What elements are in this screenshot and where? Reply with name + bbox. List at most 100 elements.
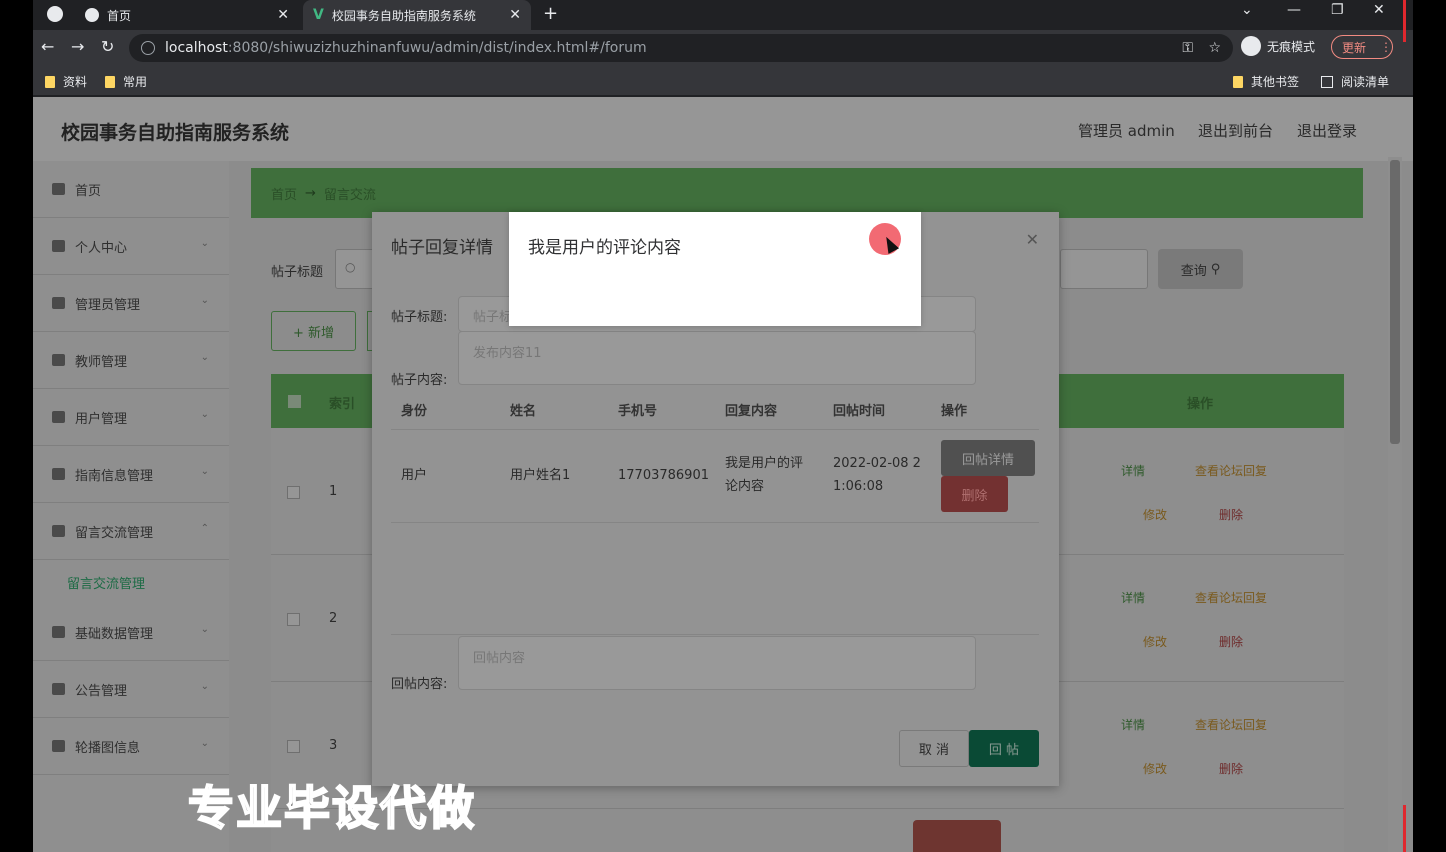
detail-link[interactable]: 详情 [1121,716,1145,733]
close-icon[interactable]: ✕ [509,7,521,23]
close-window-icon[interactable]: ✕ [1373,2,1385,18]
search-icon: ⚲ [1210,261,1221,277]
view-replies-link[interactable]: 查看论坛回复 [1195,462,1267,479]
edit-link[interactable]: 修改 [1143,760,1167,777]
sidebar-item-users[interactable]: 用户管理 ⌄ [33,389,229,446]
edit-link[interactable]: 修改 [1143,633,1167,650]
reply-th-content: 回复内容 [725,404,778,419]
forward-icon[interactable]: → [71,37,84,56]
incognito-indicator[interactable]: 无痕模式 [1241,36,1315,56]
divider [391,522,1039,523]
chevron-down-icon: ⌄ [200,466,209,477]
admin-user-link[interactable]: 管理员 admin [1078,120,1175,141]
tab-home[interactable]: 首页 ✕ [75,0,299,30]
close-icon[interactable]: ✕ [277,7,289,23]
more-icon: ⋮ [1380,40,1392,54]
reply-content-line1: 我是用户的评 [725,456,804,471]
key-icon[interactable]: ⚿ [1182,40,1193,56]
sidebar-item-label: 基础数据管理 [75,626,154,642]
reply-identity: 用户 [401,468,428,483]
sidebar-item-personal[interactable]: 个人中心 ⌄ [33,218,229,275]
detail-link[interactable]: 详情 [1121,462,1145,479]
row-index: 3 [329,738,338,753]
delete-link[interactable]: 删除 [1219,506,1243,523]
star-icon[interactable]: ☆ [1208,40,1221,56]
address-bar[interactable]: localhost :8080/shiwuzizhuzhinanfuwu/adm… [129,34,1233,62]
reply-content-textarea[interactable]: 回帖内容 [458,636,976,690]
query-button[interactable]: 查询 ⚲ [1158,249,1243,289]
close-icon[interactable]: ✕ [1026,230,1039,249]
detail-link[interactable]: 详情 [1121,589,1145,606]
bar-chart-icon [52,683,65,695]
delete-link[interactable]: 删除 [1219,633,1243,650]
post-content-textarea[interactable]: 发布内容11 [458,331,976,385]
bookmark-folder[interactable]: 常用 [105,73,147,90]
bookmark-folder[interactable]: 资料 [45,73,87,90]
view-replies-link[interactable]: 查看论坛回复 [1195,589,1267,606]
delete-link[interactable]: 删除 [1219,760,1243,777]
reply-content-line2: 论内容 [725,479,765,494]
chevron-up-icon: ⌃ [200,523,209,534]
reply-detail-button[interactable]: 回帖详情 [941,440,1035,476]
bookmark-label: 常用 [123,75,148,89]
scrollbar-thumb[interactable] [1390,160,1400,444]
page-viewport: 校园事务自助指南服务系统 管理员 admin 退出到前台 退出登录 首页 个人中… [33,97,1413,852]
reply-th-time: 回帖时间 [833,404,886,419]
page-scrollbar[interactable] [1388,157,1402,852]
update-button[interactable]: 更新 ⋮ [1331,35,1393,59]
briefcase-icon [52,525,65,537]
teacher-icon [52,354,65,366]
chart-icon [52,297,65,309]
tab-active[interactable]: V 校园事务自助指南服务系统 ✕ [303,0,531,30]
reply-delete-button[interactable]: 删除 [941,476,1008,512]
filter-title-input[interactable]: ○ [335,249,375,289]
clock-icon [52,411,65,423]
bookmark-folder[interactable]: 其他书签 [1233,73,1299,90]
sidebar-item-admins[interactable]: 管理员管理 ⌄ [33,275,229,332]
back-icon[interactable]: ← [41,37,54,56]
edit-link[interactable]: 修改 [1143,506,1167,523]
sidebar: 首页 个人中心 ⌄ 管理员管理 ⌄ 教师管理 ⌄ 用户管理 ⌄ 指南信息管理 ⌄ 留言交流… [33,161,229,852]
sidebar-item-basic-data[interactable]: 基础数据管理 ⌄ [33,604,229,661]
reply-th-ops: 操作 [941,404,968,419]
tab-search-icon[interactable]: ⌄ [1241,2,1253,18]
add-button[interactable]: + 新增 [271,311,356,351]
info-icon[interactable] [141,41,155,55]
restore-icon[interactable]: ❐ [1331,2,1344,18]
sidebar-item-notices[interactable]: 公告管理 ⌄ [33,661,229,718]
row-checkbox[interactable] [287,486,300,499]
select-all-checkbox[interactable] [288,395,301,408]
exit-to-front-link[interactable]: 退出到前台 [1198,120,1273,141]
breadcrumb-home[interactable]: 首页 [271,184,297,203]
reload-icon[interactable]: ↻ [101,37,114,56]
sidebar-subitem-messages[interactable]: 留言交流管理 [67,573,145,592]
filter-input[interactable] [1060,249,1148,289]
watermark-text: 专业毕设代做 [187,780,476,836]
sidebar-item-label: 留言交流管理 [75,525,154,541]
submit-reply-button[interactable]: 回 帖 [969,730,1039,767]
row-checkbox[interactable] [287,613,300,626]
view-replies-link[interactable]: 查看论坛回复 [1195,716,1267,733]
sidebar-item-home[interactable]: 首页 [33,161,229,218]
reading-list[interactable]: 阅读清单 [1321,73,1389,90]
power-icon [52,468,65,480]
app-title: 校园事务自助指南服务系统 [61,122,290,144]
filter-title-label: 帖子标题 [271,265,324,280]
logout-link[interactable]: 退出登录 [1297,120,1357,141]
globe-icon [85,8,99,22]
new-tab-icon[interactable]: + [543,3,558,24]
row-checkbox[interactable] [287,740,300,753]
folder-icon [1233,75,1243,88]
sidebar-item-carousel[interactable]: 轮播图信息 ⌄ [33,718,229,775]
row-index: 2 [329,611,338,626]
cancel-button[interactable]: 取 消 [899,730,969,767]
sidebar-item-guides[interactable]: 指南信息管理 ⌄ [33,446,229,503]
sidebar-item-messages[interactable]: 留言交流管理 ⌃ [33,503,229,560]
bookmark-label: 资料 [63,75,88,89]
sidebar-item-teachers[interactable]: 教师管理 ⌄ [33,332,229,389]
reply-th-phone: 手机号 [618,404,658,419]
minimize-icon[interactable]: — [1287,2,1301,18]
browser-menu-icon[interactable] [47,6,63,22]
vue-icon: V [313,7,324,23]
search-icon: ○ [345,260,356,274]
